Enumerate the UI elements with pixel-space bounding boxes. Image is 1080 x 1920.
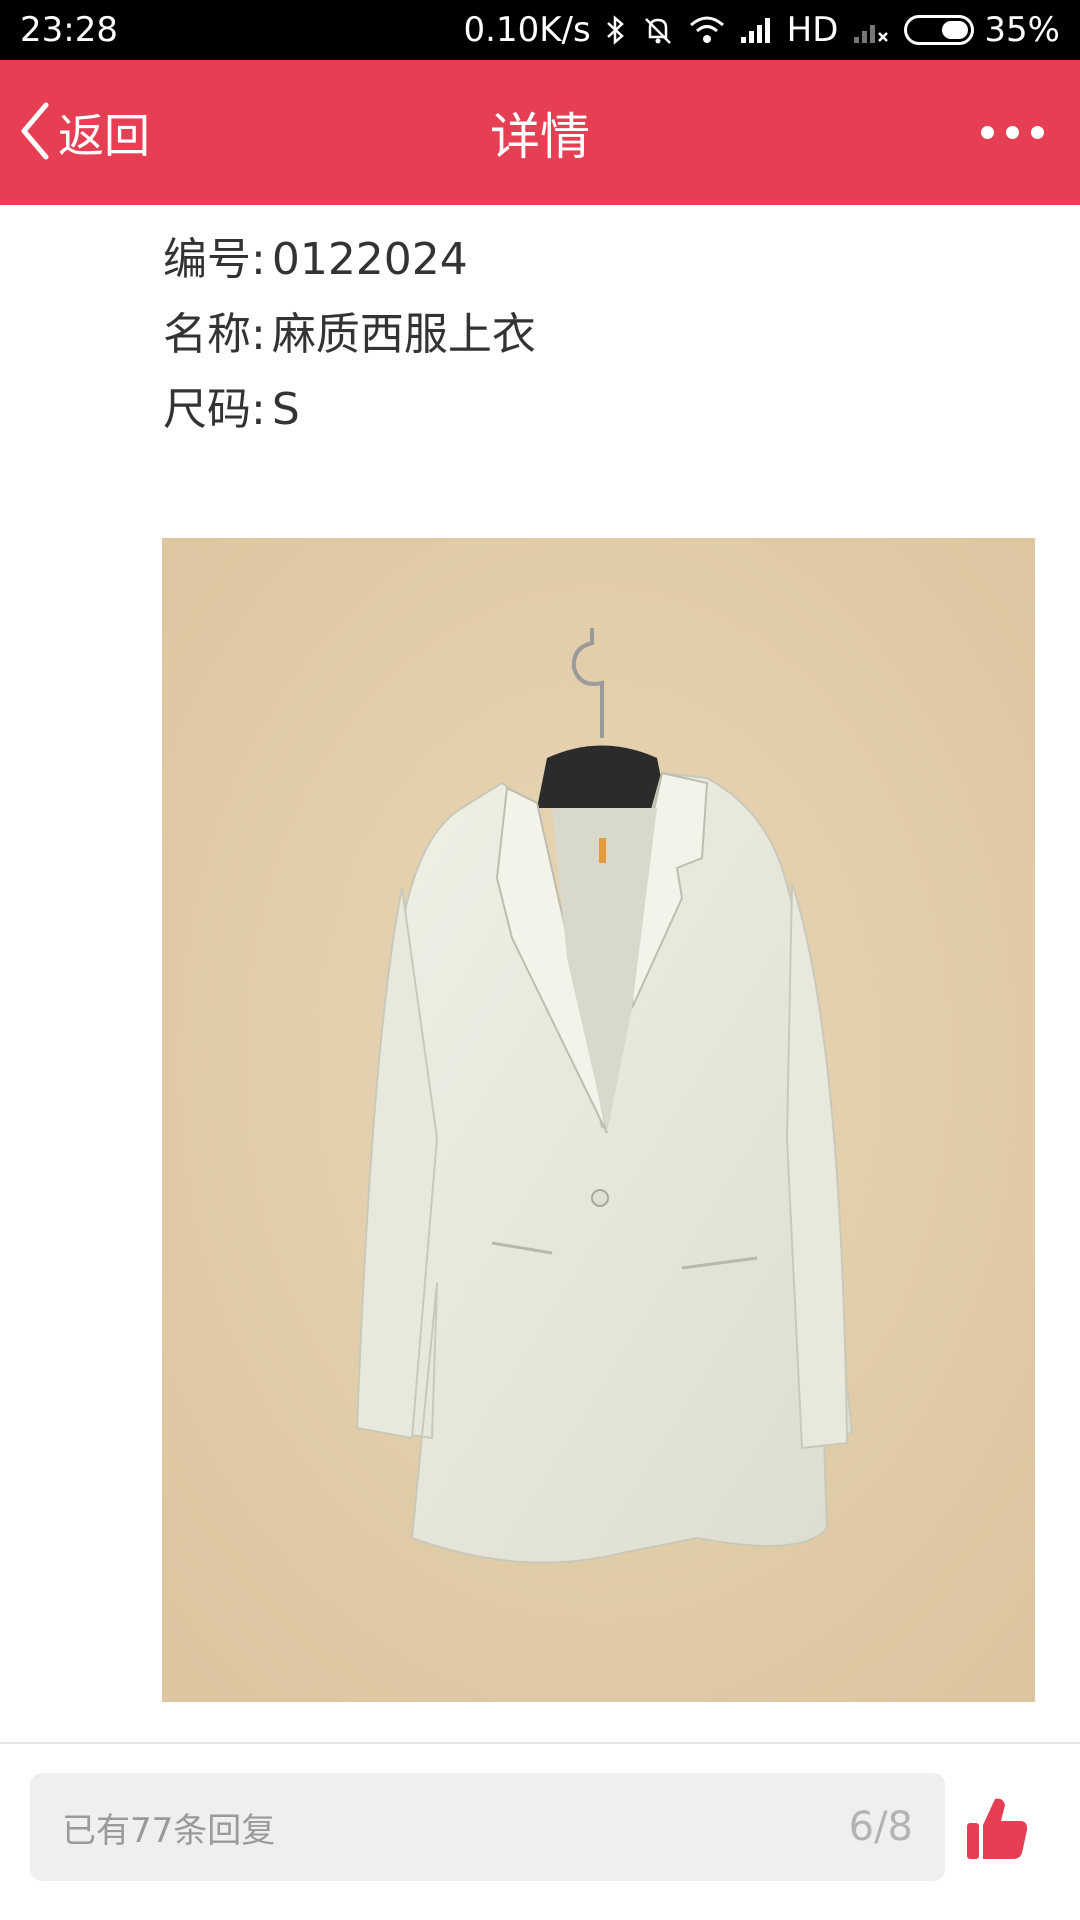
nav-bar: 返回 详情 — [0, 60, 1080, 205]
product-photo[interactable] — [162, 538, 1035, 1702]
thumbs-up-icon — [965, 1798, 1029, 1867]
status-time: 23:28 — [20, 10, 118, 50]
status-icons: 0.10K/s HD 35% — [464, 10, 1061, 50]
mute-bell-icon — [641, 14, 675, 46]
reply-count-text: 已有77条回复 — [62, 1810, 276, 1851]
signal-none-icon — [852, 15, 890, 45]
reply-input-bar[interactable]: 已有77条回复 6/8 — [30, 1773, 945, 1881]
like-button[interactable] — [965, 1795, 1029, 1863]
wifi-icon — [689, 15, 725, 45]
back-button[interactable]: 返回 — [18, 60, 150, 205]
product-name-label: 名称: — [163, 309, 266, 360]
network-type: HD — [786, 10, 839, 50]
page-title: 详情 — [490, 107, 590, 166]
product-code-label: 编号: — [163, 234, 266, 285]
battery-percent: 35% — [984, 10, 1060, 50]
bottom-divider — [0, 1742, 1080, 1744]
net-speed: 0.10K/s — [463, 10, 591, 50]
product-size-label: 尺码: — [163, 384, 266, 435]
product-code: 0122024 — [271, 234, 468, 285]
product-name: 麻质西服上衣 — [271, 309, 536, 360]
bluetooth-icon — [605, 14, 627, 46]
product-size: S — [271, 384, 300, 435]
back-label: 返回 — [58, 108, 150, 163]
chevron-left-icon — [18, 101, 52, 165]
product-info: 编号: 0122024 名称: 麻质西服上衣 尺码: S — [163, 222, 536, 447]
page-indicator: 6/8 — [848, 1804, 913, 1850]
product-code-row: 编号: 0122024 — [163, 222, 536, 297]
product-name-row: 名称: 麻质西服上衣 — [163, 297, 536, 372]
more-options-button[interactable] — [981, 60, 1044, 205]
battery-icon — [904, 15, 975, 45]
more-dots-icon — [981, 126, 994, 139]
product-size-row: 尺码: S — [163, 372, 536, 447]
battery-indicator: 35% — [904, 10, 1060, 50]
signal-icon — [739, 15, 773, 45]
status-bar: 23:28 0.10K/s HD 35% — [0, 0, 1080, 60]
